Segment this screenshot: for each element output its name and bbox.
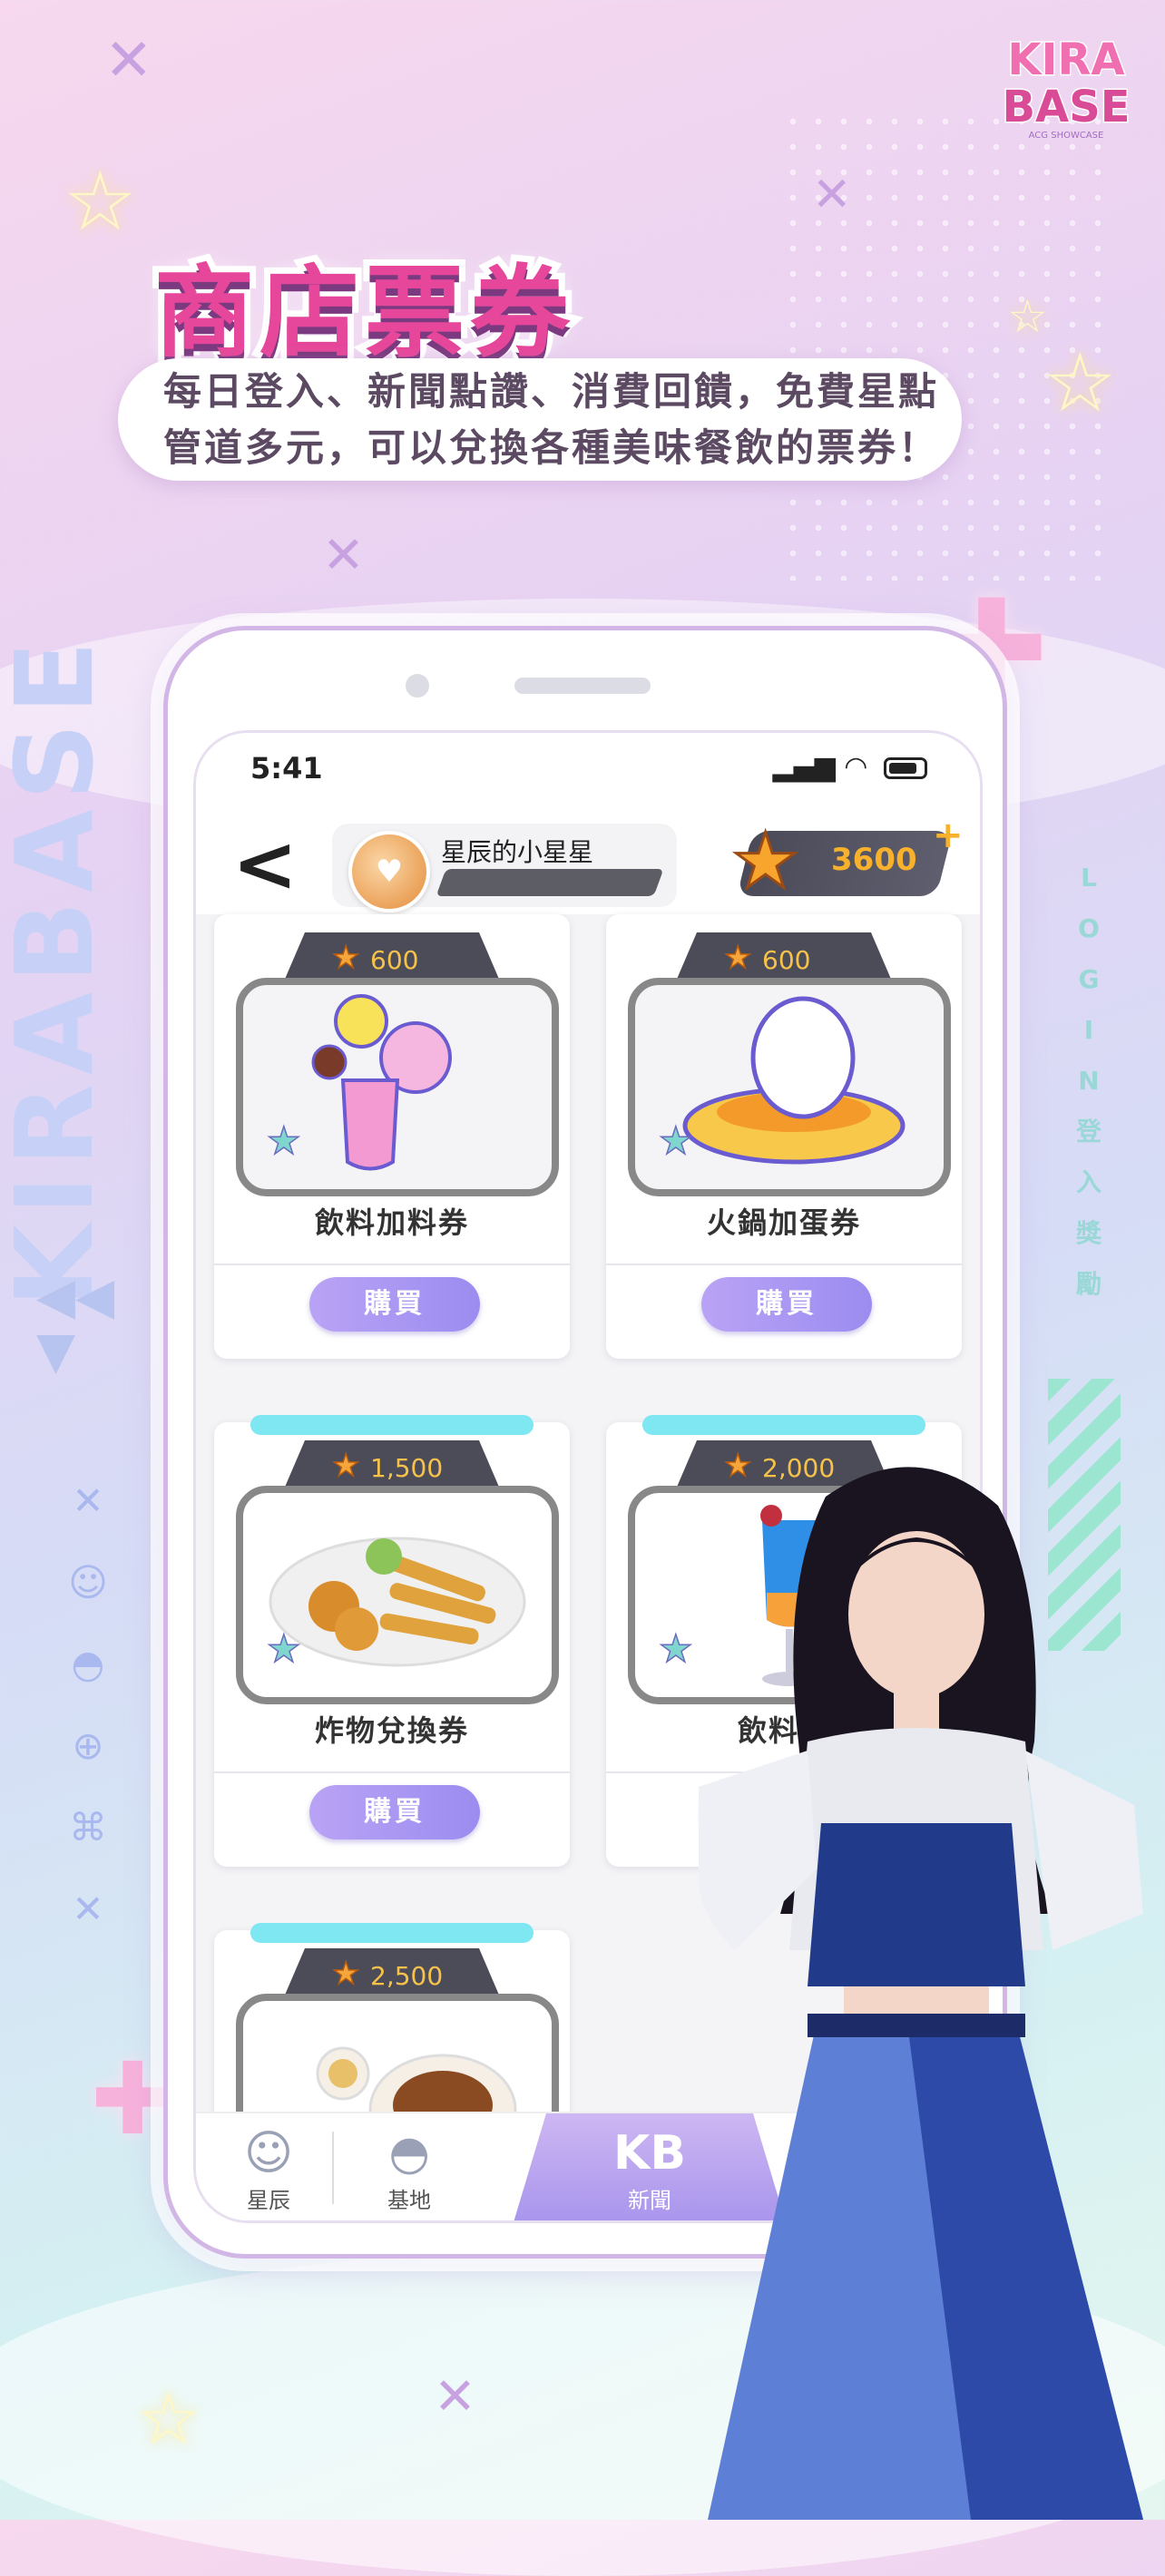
buy-button[interactable]: 購買 bbox=[309, 1785, 480, 1839]
ufo-icon: ◓ bbox=[388, 2126, 430, 2181]
phone-speaker bbox=[514, 678, 651, 694]
decor-x-icon: ✕ bbox=[322, 526, 365, 585]
logo-line2: BASE bbox=[1001, 82, 1131, 132]
card-top-accent bbox=[250, 1415, 534, 1435]
ticket-card: ★ 600 ★ 火鍋加蛋券 購買 bbox=[606, 914, 962, 1359]
character-icon: ☺ bbox=[68, 1560, 108, 1605]
nav-item-base[interactable]: ◓ 基地 bbox=[355, 2124, 464, 2214]
subtitle-box: 每日登入、新聞點讚、消費回饋，免費星點 管道多元，可以兌換各種美味餐飲的票券！ bbox=[118, 358, 962, 481]
gamepad-icon: ⊕ bbox=[72, 1723, 104, 1768]
signal-icon: ▂▄▆ bbox=[772, 751, 836, 783]
price-value: 1,500 bbox=[370, 1453, 444, 1483]
ticket-name: 火鍋加蛋券 bbox=[706, 1205, 861, 1240]
buy-button[interactable]: 購買 bbox=[309, 1277, 480, 1332]
fried-food-photo bbox=[236, 1486, 559, 1704]
ticket-name: 炸物兌換券 bbox=[314, 1713, 469, 1748]
vertical-char: N bbox=[1078, 1066, 1100, 1096]
decor-x-icon: ✕ bbox=[812, 168, 852, 222]
top-bar: < ♥ 星辰的小星星 ★ 3600 + bbox=[196, 815, 980, 914]
triangle-arrows-icon: ◀◀ ▼ bbox=[36, 1267, 115, 1381]
vertical-char: 獎 bbox=[1075, 1218, 1101, 1248]
divider bbox=[606, 1264, 962, 1265]
back-button[interactable]: < bbox=[232, 825, 298, 903]
ufo-icon: ◓ bbox=[71, 1642, 105, 1686]
side-brand-text: KIRABASE bbox=[0, 631, 117, 1308]
user-level-bar bbox=[436, 869, 664, 896]
wifi-icon: ◠ bbox=[844, 751, 868, 783]
nav-divider bbox=[332, 2132, 334, 2204]
mini-star-icon: ★ bbox=[658, 1117, 693, 1164]
status-icons: ▂▄▆ ◠ bbox=[772, 751, 927, 783]
small-x-icon: ✕ bbox=[72, 1478, 104, 1523]
star-outline-icon: ☆ bbox=[136, 2376, 201, 2461]
star-icon: ★ bbox=[729, 815, 800, 907]
card-top-accent bbox=[250, 1923, 534, 1943]
buy-button[interactable]: 購買 bbox=[701, 1277, 872, 1332]
kb-logo-icon: ⌘ bbox=[69, 1805, 107, 1849]
pink-cross-icon: ✚ bbox=[91, 2041, 175, 2157]
logo-line1: KIRA bbox=[1006, 34, 1126, 85]
battery-icon bbox=[884, 756, 927, 779]
status-bar: 5:41 ▂▄▆ ◠ bbox=[196, 733, 980, 815]
kirabase-logo: KIRA BASE ACG SHOWCASE bbox=[989, 34, 1143, 141]
star-outline-icon: ☆ bbox=[1043, 336, 1117, 431]
small-x-icon: ✕ bbox=[72, 1887, 104, 1931]
decor-x-icon: ✕ bbox=[434, 2367, 476, 2426]
vertical-char: G bbox=[1078, 964, 1100, 994]
ticket-name: 飲料加料券 bbox=[314, 1205, 469, 1240]
nav-label: 基地 bbox=[387, 2188, 431, 2213]
subtitle-line-2: 管道多元，可以兌換各種美味餐飲的票券！ bbox=[163, 424, 940, 470]
subtitle-line-1: 每日登入、新聞點讚、消費回饋，免費星點 bbox=[163, 368, 940, 414]
star-icon: ★ bbox=[331, 1447, 360, 1485]
star-icon: ★ bbox=[723, 939, 752, 977]
vertical-char: O bbox=[1078, 913, 1100, 943]
card-top-accent bbox=[642, 1415, 925, 1435]
star-outline-icon: ☆ bbox=[64, 154, 137, 249]
mini-star-icon: ★ bbox=[266, 1117, 301, 1164]
mini-star-icon: ★ bbox=[266, 1625, 301, 1672]
price-value: 2,500 bbox=[370, 1961, 444, 1991]
add-points-button[interactable]: + bbox=[933, 815, 964, 856]
page-title: 商店票券 bbox=[148, 249, 576, 377]
price-value: 600 bbox=[370, 945, 419, 975]
vertical-char: L bbox=[1081, 863, 1097, 893]
avatar[interactable]: ♥ bbox=[348, 831, 430, 912]
status-time: 5:41 bbox=[250, 751, 323, 785]
model-photo bbox=[699, 1467, 1143, 2520]
vertical-char: 登 bbox=[1075, 1117, 1101, 1147]
login-reward-vertical: L O G I N 登 入 獎 勵 bbox=[1071, 853, 1107, 1310]
points-value: 3600 bbox=[831, 842, 917, 878]
username: 星辰的小星星 bbox=[441, 837, 594, 867]
ticket-card: ★ 1,500 ★ 炸物兌換券 購買 bbox=[214, 1415, 570, 1867]
ticket-card: ★ 600 ★ 飲料加料券 購買 bbox=[214, 914, 570, 1359]
nav-label: 星辰 bbox=[247, 2188, 290, 2213]
drink-topping-icon bbox=[236, 978, 559, 1196]
star-outline-icon: ☆ bbox=[1007, 290, 1048, 343]
hotpot-egg-icon bbox=[628, 978, 951, 1196]
vertical-char: I bbox=[1083, 1015, 1094, 1045]
vertical-char: 入 bbox=[1075, 1167, 1101, 1197]
side-icon-column: ✕ ☺ ◓ ⊕ ⌘ ✕ bbox=[65, 1478, 111, 1968]
vertical-char: 勵 bbox=[1075, 1269, 1101, 1299]
character-icon: ☺ bbox=[243, 2126, 294, 2181]
divider bbox=[214, 1771, 570, 1773]
nav-item-stars[interactable]: ☺ 星辰 bbox=[214, 2124, 323, 2214]
star-icon: ★ bbox=[331, 1955, 360, 1993]
star-icon: ★ bbox=[331, 939, 360, 977]
decor-x-icon: ✕ bbox=[104, 27, 153, 94]
price-value: 600 bbox=[762, 945, 811, 975]
phone-camera bbox=[406, 674, 429, 698]
divider bbox=[214, 1264, 570, 1265]
